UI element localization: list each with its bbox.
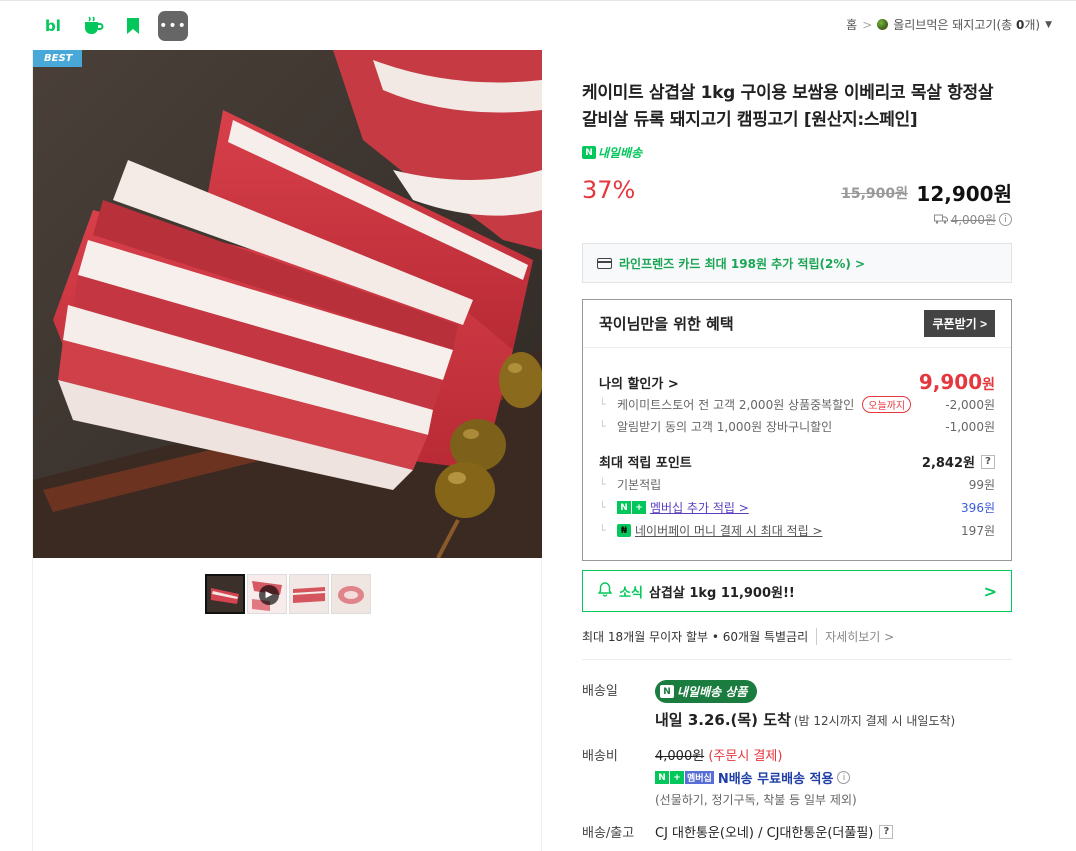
thumbnail-strip: ▶ bbox=[205, 574, 371, 614]
sale-price: 12,900원 bbox=[916, 182, 1012, 206]
arrival-date: 내일 3.26.(목) 도착 (밤 12시까지 결제 시 내일도착) bbox=[655, 711, 956, 729]
discount-value: -2,000원 bbox=[945, 398, 995, 412]
coupon-button[interactable]: 쿠폰받기 > bbox=[924, 310, 995, 337]
bell-icon bbox=[597, 581, 613, 601]
discount-row-2: └ 알림받기 동의 고객 1,000원 장바구니할인 -1,000원 bbox=[599, 420, 995, 434]
points-row: 최대 적립 포인트 2,842원? bbox=[599, 452, 995, 471]
installment-detail-link[interactable]: 자세히보기 > bbox=[816, 628, 894, 645]
more-icon[interactable]: ••• bbox=[158, 11, 188, 41]
store-name-link[interactable]: 올리브먹은 돼지고기(총 0개) bbox=[893, 16, 1040, 33]
shipping-fee-original: 4,000원 bbox=[950, 213, 996, 227]
shipping-exceptions: (선물하기, 정기구독, 착불 등 일부 제외) bbox=[655, 793, 857, 807]
discount-label: 알림받기 동의 고객 1,000원 장바구니할인 bbox=[617, 420, 833, 434]
thumbnail-3[interactable] bbox=[289, 574, 329, 614]
points-label: 최대 적립 포인트 bbox=[599, 456, 692, 471]
cafe-icon[interactable] bbox=[78, 11, 108, 41]
naver-n-icon: N bbox=[660, 685, 674, 698]
naver-plus-membership-icon: N + 멤버십 bbox=[655, 771, 714, 784]
help-icon[interactable]: ? bbox=[879, 824, 894, 839]
card-promo-text: 라인프렌즈 카드 최대 198원 추가 적립(2%) > bbox=[619, 256, 866, 271]
my-price-row: 나의 할인가 > 9,900원 bbox=[599, 370, 995, 394]
info-icon[interactable]: i bbox=[837, 771, 851, 784]
next-day-delivery-label: 내일배송 bbox=[598, 146, 643, 160]
shipping-fee-label: 배송비 bbox=[582, 749, 618, 764]
store-logo-icon bbox=[877, 19, 889, 30]
breadcrumb-separator: > bbox=[862, 17, 873, 32]
point-value: 197원 bbox=[961, 524, 995, 538]
next-day-delivery-tag: N 내일배송 bbox=[582, 144, 642, 161]
discount-value: -1,000원 bbox=[945, 420, 995, 434]
naver-n-icon: N bbox=[582, 146, 596, 159]
discount-row-1: └ 케이미트스토어 전 고객 2,000원 상품중복할인 오늘까지 -2,000원 bbox=[599, 396, 995, 413]
delivery-date-label: 배송일 bbox=[582, 684, 618, 699]
free-shipping-row: N + 멤버십 N배송 무료배송 적용 i bbox=[655, 768, 851, 787]
thumbnail-4[interactable] bbox=[331, 574, 371, 614]
discount-rate: 37% bbox=[582, 176, 636, 204]
today-only-badge: 오늘까지 bbox=[862, 396, 912, 413]
product-main-image[interactable]: BEST bbox=[33, 50, 542, 558]
divider bbox=[582, 659, 1012, 660]
help-icon[interactable]: ? bbox=[981, 454, 995, 469]
my-price-value: 9,900원 bbox=[918, 370, 995, 394]
pork-belly-illustration bbox=[33, 50, 542, 558]
point-row-membership: └ N + 멤버십 추가 적립 > 396원 bbox=[599, 499, 995, 516]
truck-icon bbox=[933, 213, 948, 227]
shipping-fee-summary: 4,000원 i bbox=[933, 211, 1012, 228]
chevron-down-icon[interactable]: ▼ bbox=[1045, 20, 1052, 30]
free-shipping-text: N배송 무료배송 적용 bbox=[717, 772, 834, 787]
carrier-name: CJ 대한통운(오네) / CJ대한통운(더풀필) bbox=[655, 826, 874, 841]
shipping-fee: 4,000원 (주문시 결제) bbox=[655, 749, 783, 764]
original-price: 15,900원 bbox=[841, 186, 908, 202]
blog-icon[interactable]: bl bbox=[38, 11, 68, 41]
thumbnail-1[interactable] bbox=[205, 574, 245, 614]
top-bar: bl ••• 홈 > 올리브먹은 돼지고기(총 0개) ▼ bbox=[0, 0, 1076, 50]
breadcrumb-home[interactable]: 홈 bbox=[846, 16, 857, 33]
installment-info: 최대 18개월 무이자 할부 • 60개월 특별금리 자세히보기 > bbox=[582, 628, 894, 645]
carrier-label: 배송/출고 bbox=[582, 826, 635, 841]
naver-pay-icon: ₦ bbox=[617, 524, 631, 537]
discount-label: 케이미트스토어 전 고객 2,000원 상품중복할인 bbox=[617, 398, 855, 412]
info-icon[interactable]: i bbox=[999, 213, 1012, 226]
news-text: 삼겹살 1kg 11,900원!! bbox=[648, 585, 795, 601]
breadcrumb: 홈 > 올리브먹은 돼지고기(총 0개) ▼ bbox=[846, 16, 1052, 33]
benefit-title: 꾹이님만을 위한 혜택 bbox=[599, 315, 734, 333]
benefit-box: 꾹이님만을 위한 혜택 쿠폰받기 > 나의 할인가 > 9,900원 └ 케이미트… bbox=[582, 299, 1012, 561]
bookmark-icon[interactable] bbox=[118, 11, 148, 41]
point-value: 396원 bbox=[961, 501, 995, 515]
best-badge: BEST bbox=[33, 50, 83, 67]
points-value: 2,842원 bbox=[921, 456, 975, 471]
card-promo-banner[interactable]: 라인프렌즈 카드 최대 198원 추가 적립(2%) > bbox=[582, 243, 1012, 283]
installment-text: 최대 18개월 무이자 할부 • 60개월 특별금리 bbox=[582, 630, 809, 644]
credit-card-icon bbox=[597, 257, 612, 269]
next-day-badge: N 내일배송 상품 bbox=[655, 680, 758, 703]
chevron-right-icon: > bbox=[983, 581, 997, 601]
news-tag: 소식 bbox=[619, 585, 643, 601]
point-value: 99원 bbox=[968, 478, 995, 492]
play-icon: ▶ bbox=[259, 585, 279, 605]
my-price-label[interactable]: 나의 할인가 > bbox=[599, 373, 679, 392]
point-label: 기본적립 bbox=[617, 478, 662, 492]
membership-points-link[interactable]: 멤버십 추가 적립 > bbox=[650, 499, 749, 516]
naver-plus-membership-icon: N + bbox=[617, 501, 646, 514]
npay-points-link[interactable]: 네이버페이 머니 결제 시 최대 적립 > bbox=[635, 522, 823, 539]
news-banner[interactable]: 소식 삼겹살 1kg 11,900원!! > bbox=[582, 570, 1012, 612]
point-row-basic: └ 기본적립 99원 bbox=[599, 478, 995, 492]
carrier-row: CJ 대한통운(오네) / CJ대한통운(더풀필) ? bbox=[655, 822, 894, 841]
thumbnail-2-video[interactable]: ▶ bbox=[247, 574, 287, 614]
product-title: 케이미트 삼겹살 1kg 구이용 보쌈용 이베리코 목살 항정살 갈비살 듀록 … bbox=[582, 83, 994, 130]
gallery-pane: BEST ▶ bbox=[32, 50, 542, 851]
point-row-npay: └ ₦ 네이버페이 머니 결제 시 최대 적립 > 197원 bbox=[599, 522, 995, 539]
